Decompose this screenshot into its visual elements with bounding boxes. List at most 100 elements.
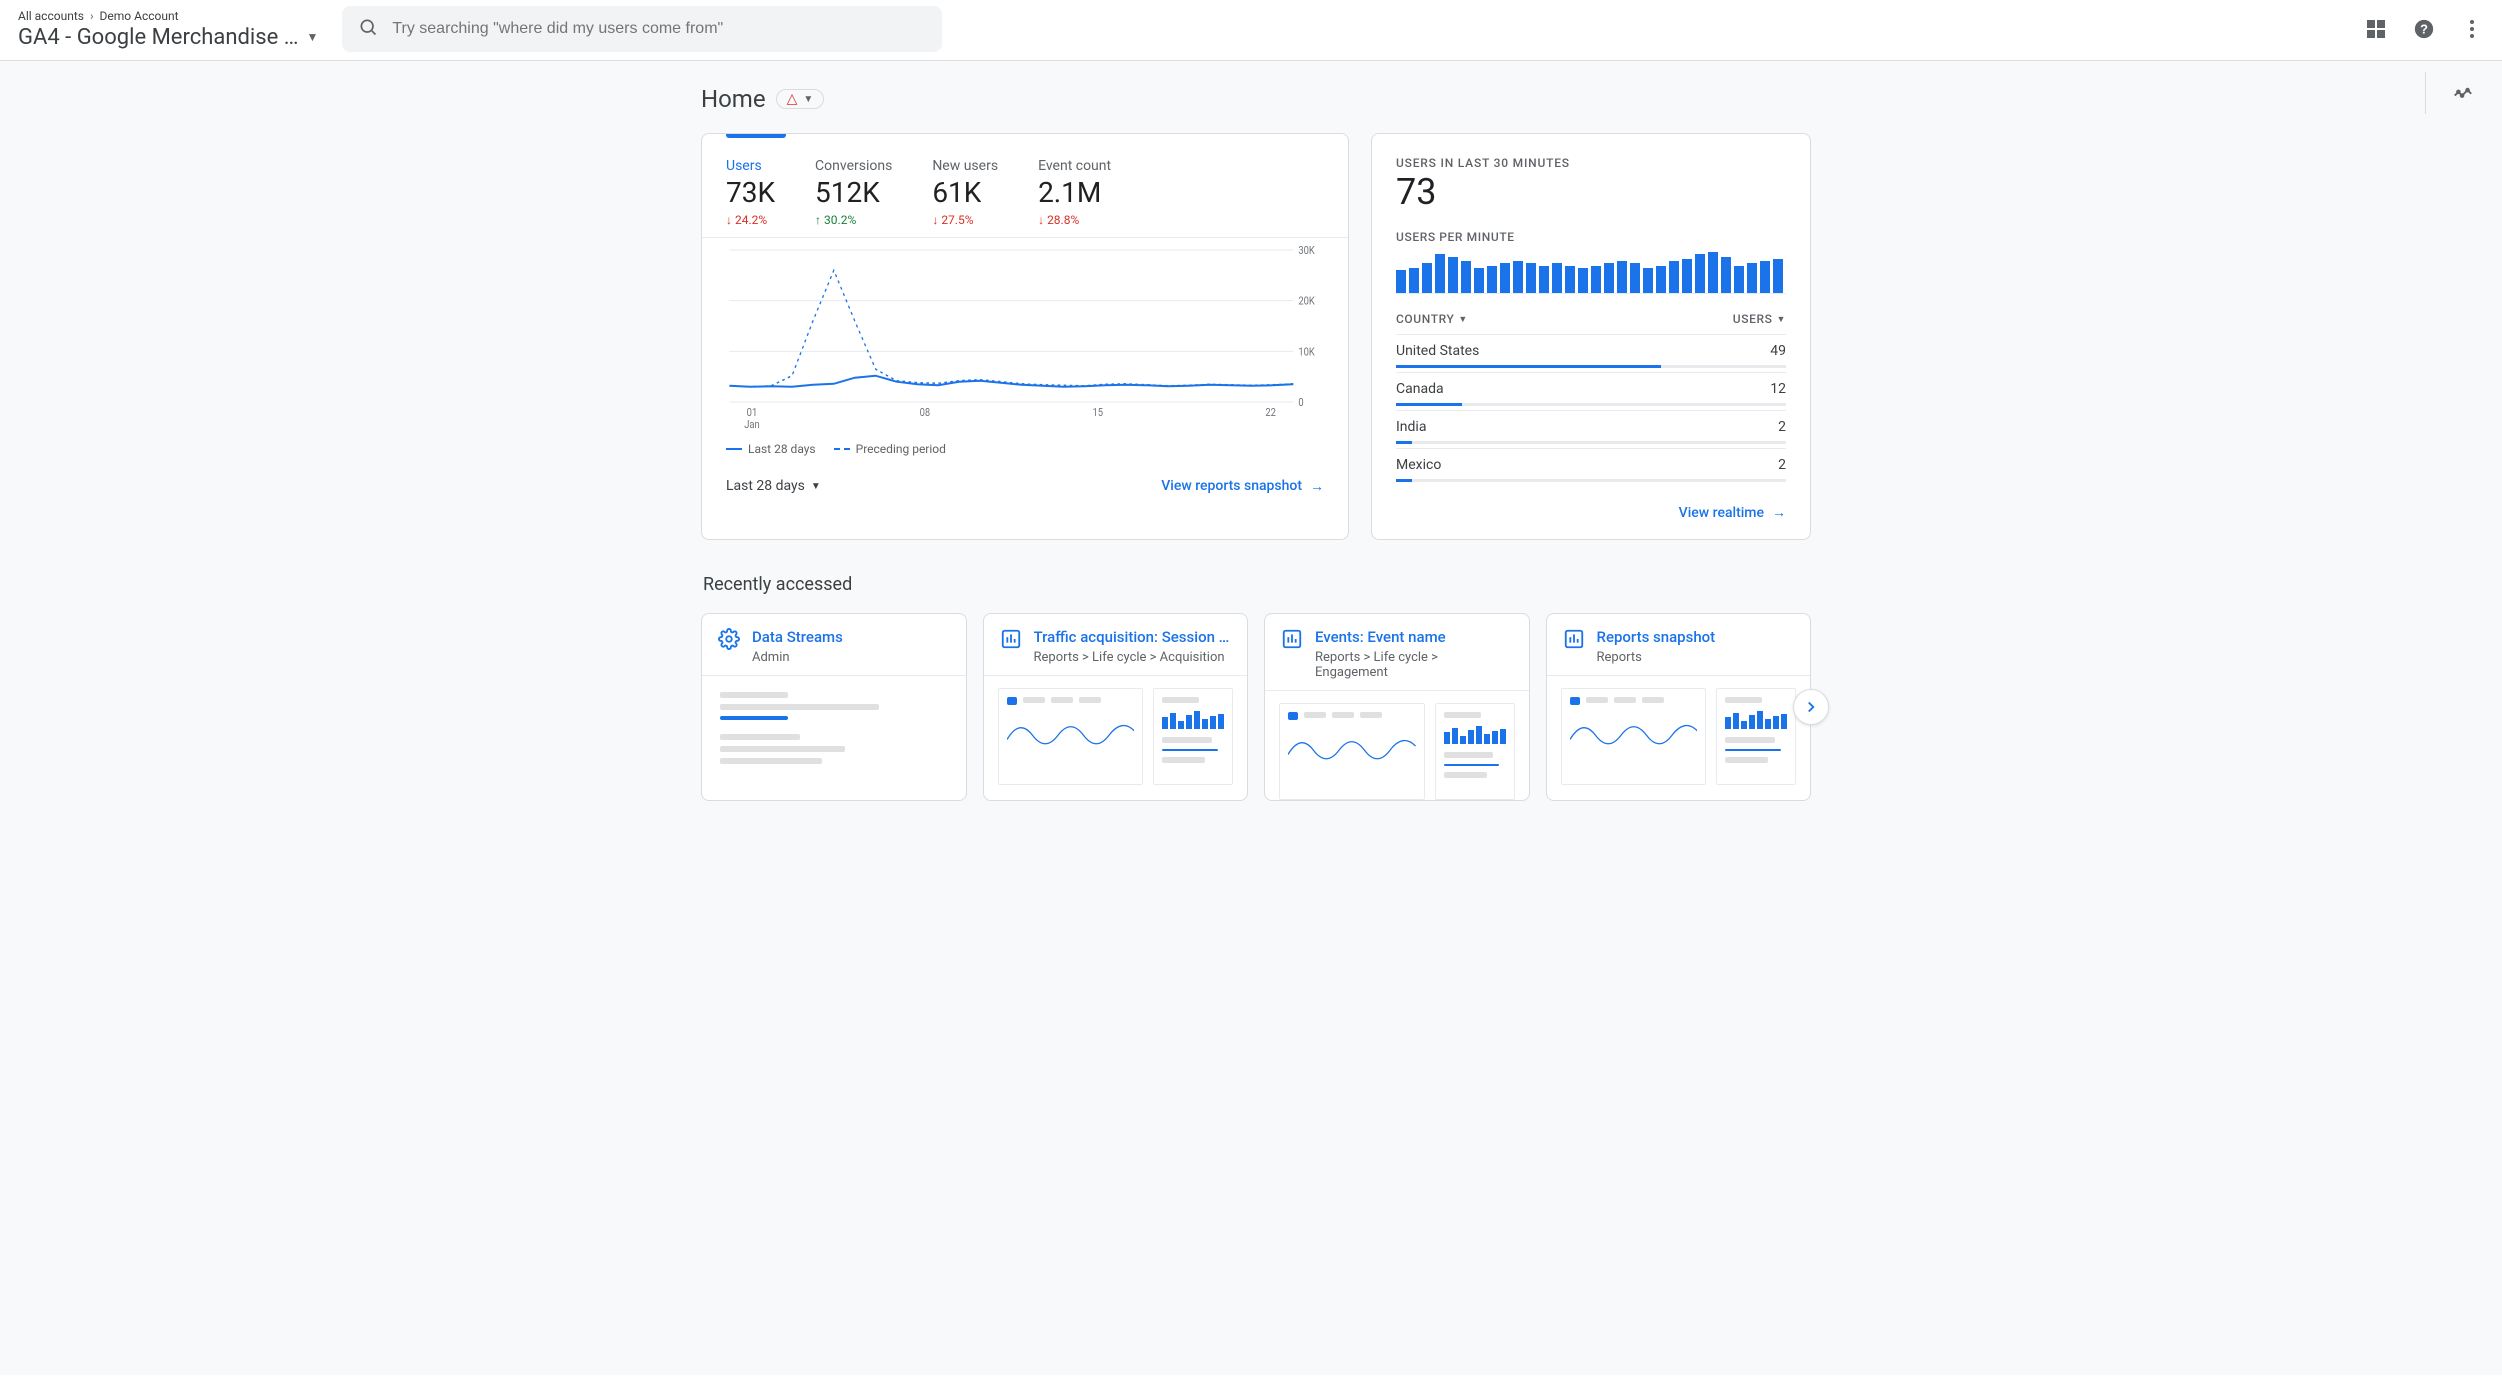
breadcrumb-root[interactable]: All accounts	[18, 9, 84, 23]
realtime-row[interactable]: Canada 12	[1396, 372, 1786, 410]
metric-value: 512K	[815, 178, 892, 209]
recent-card[interactable]: Reports snapshot Reports	[1546, 613, 1812, 801]
realtime-row-bar	[1396, 479, 1786, 482]
svg-text:22: 22	[1265, 407, 1276, 419]
realtime-metric-selector[interactable]: USERS ▼	[1733, 312, 1786, 326]
arrow-up-icon: ↑	[815, 213, 821, 227]
arrow-down-icon: ↓	[726, 213, 732, 227]
metric-value: 61K	[932, 178, 998, 209]
arrow-down-icon: ↓	[1038, 213, 1044, 227]
recent-card-title: Events: Event name	[1315, 628, 1513, 646]
svg-text:30K: 30K	[1298, 245, 1315, 257]
metrics-tabs: Users 73K ↓ 24.2% Conversions 512K ↑ 30.…	[702, 134, 1348, 238]
chevron-right-icon: ›	[90, 9, 94, 23]
view-reports-snapshot-link[interactable]: View reports snapshot →	[1161, 478, 1324, 495]
divider	[2425, 72, 2426, 114]
legend-current: Last 28 days	[726, 442, 816, 456]
search-icon	[358, 17, 378, 41]
realtime-row-value: 2	[1778, 457, 1786, 473]
metrics-card: Users 73K ↓ 24.2% Conversions 512K ↑ 30.…	[701, 133, 1349, 540]
breadcrumb[interactable]: All accounts › Demo Account	[18, 9, 318, 23]
property-selector[interactable]: GA4 - Google Merchandise … ▼	[18, 25, 318, 50]
realtime-table-body: United States 49 Canada 12 India 2 Mexic…	[1396, 334, 1786, 486]
recent-card-subtitle: Reports > Life cycle > Engagement	[1315, 650, 1513, 680]
svg-text:01: 01	[747, 407, 758, 419]
metric-delta: ↓ 24.2%	[726, 213, 775, 227]
recent-card-preview	[702, 675, 966, 785]
metric-delta: ↓ 27.5%	[932, 213, 998, 227]
recent-card[interactable]: Data Streams Admin	[701, 613, 967, 801]
realtime-value: 73	[1396, 174, 1786, 210]
metric-conversions[interactable]: Conversions 512K ↑ 30.2%	[815, 152, 892, 227]
search-box[interactable]	[342, 6, 942, 52]
realtime-row[interactable]: India 2	[1396, 410, 1786, 448]
realtime-title: USERS IN LAST 30 MINUTES	[1396, 156, 1786, 170]
svg-text:10K: 10K	[1298, 347, 1315, 359]
arrow-down-icon: ↓	[932, 213, 938, 227]
realtime-row-value: 49	[1770, 343, 1786, 359]
recent-card-subtitle: Reports	[1597, 650, 1795, 665]
overview-row: Users 73K ↓ 24.2% Conversions 512K ↑ 30.…	[701, 133, 1811, 540]
bar-chart-icon	[1281, 628, 1303, 655]
help-icon[interactable]: ?	[2412, 17, 2436, 41]
realtime-row[interactable]: Mexico 2	[1396, 448, 1786, 486]
metrics-chart: 010K20K30K01Jan081522	[702, 238, 1348, 438]
recent-card[interactable]: Traffic acquisition: Session defa… Repor…	[983, 613, 1249, 801]
header-left: All accounts › Demo Account GA4 - Google…	[18, 9, 318, 50]
recent-card-title: Data Streams	[752, 628, 950, 646]
bar-chart-icon	[1000, 628, 1022, 655]
realtime-row[interactable]: United States 49	[1396, 334, 1786, 372]
metric-new-users[interactable]: New users 61K ↓ 27.5%	[932, 152, 998, 227]
recent-card-preview	[1547, 675, 1811, 785]
content: Home △ ▼ Users 73K ↓ 24.2%	[591, 61, 1911, 841]
realtime-row-bar	[1396, 441, 1786, 444]
metric-delta: ↑ 30.2%	[815, 213, 892, 227]
bar-chart-icon	[1563, 628, 1585, 655]
page-title: Home	[701, 85, 766, 113]
warning-icon: △	[787, 92, 798, 106]
metric-label: Conversions	[815, 158, 892, 174]
realtime-row-label: Canada	[1396, 381, 1444, 397]
recent-card[interactable]: Events: Event name Reports > Life cycle …	[1264, 613, 1530, 801]
metric-users[interactable]: Users 73K ↓ 24.2%	[726, 152, 775, 227]
caret-down-icon: ▼	[803, 94, 813, 105]
realtime-dim-selector[interactable]: COUNTRY ▼	[1396, 312, 1468, 326]
realtime-row-label: United States	[1396, 343, 1479, 359]
metric-label: Event count	[1038, 158, 1111, 174]
recent-card-subtitle: Reports > Life cycle > Acquisition	[1034, 650, 1232, 665]
search-input[interactable]	[392, 20, 926, 38]
view-realtime-link[interactable]: View realtime →	[1679, 504, 1786, 521]
app-header: All accounts › Demo Account GA4 - Google…	[0, 0, 2502, 61]
more-menu-icon[interactable]	[2460, 17, 2484, 41]
caret-down-icon: ▼	[1776, 314, 1786, 325]
page-title-row: Home △ ▼	[701, 85, 1811, 113]
chart-legend: Last 28 days Preceding period	[702, 438, 1348, 464]
arrow-right-icon: →	[1310, 478, 1324, 495]
breadcrumb-current[interactable]: Demo Account	[100, 9, 179, 23]
legend-previous: Preceding period	[834, 442, 946, 456]
realtime-row-value: 12	[1770, 381, 1786, 397]
users-per-minute-chart	[1396, 252, 1786, 294]
svg-text:?: ?	[2420, 22, 2428, 37]
caret-down-icon: ▼	[1458, 314, 1468, 325]
insights-button[interactable]	[2452, 80, 2474, 106]
realtime-subtitle: USERS PER MINUTE	[1396, 230, 1786, 244]
metric-event-count[interactable]: Event count 2.1M ↓ 28.8%	[1038, 152, 1111, 227]
svg-text:15: 15	[1093, 407, 1104, 419]
realtime-row-label: Mexico	[1396, 457, 1441, 473]
recently-accessed-row: Data Streams Admin Traffic acquisition: …	[701, 613, 1811, 801]
recent-card-title: Reports snapshot	[1597, 628, 1795, 646]
apps-grid-icon[interactable]	[2364, 17, 2388, 41]
metrics-card-footer: Last 28 days ▼ View reports snapshot →	[702, 464, 1348, 513]
body-area: Home △ ▼ Users 73K ↓ 24.2%	[0, 61, 2502, 1375]
date-range-picker[interactable]: Last 28 days ▼	[726, 478, 821, 494]
metric-label: New users	[932, 158, 998, 174]
property-title: GA4 - Google Merchandise …	[18, 25, 298, 50]
metric-value: 2.1M	[1038, 178, 1111, 209]
carousel-next-button[interactable]	[1793, 689, 1829, 725]
svg-text:Jan: Jan	[744, 419, 759, 431]
svg-text:08: 08	[920, 407, 931, 419]
realtime-table-head: COUNTRY ▼ USERS ▼	[1396, 312, 1786, 334]
line-chart: 010K20K30K01Jan081522	[726, 244, 1324, 434]
diagnostics-pill[interactable]: △ ▼	[776, 89, 825, 109]
